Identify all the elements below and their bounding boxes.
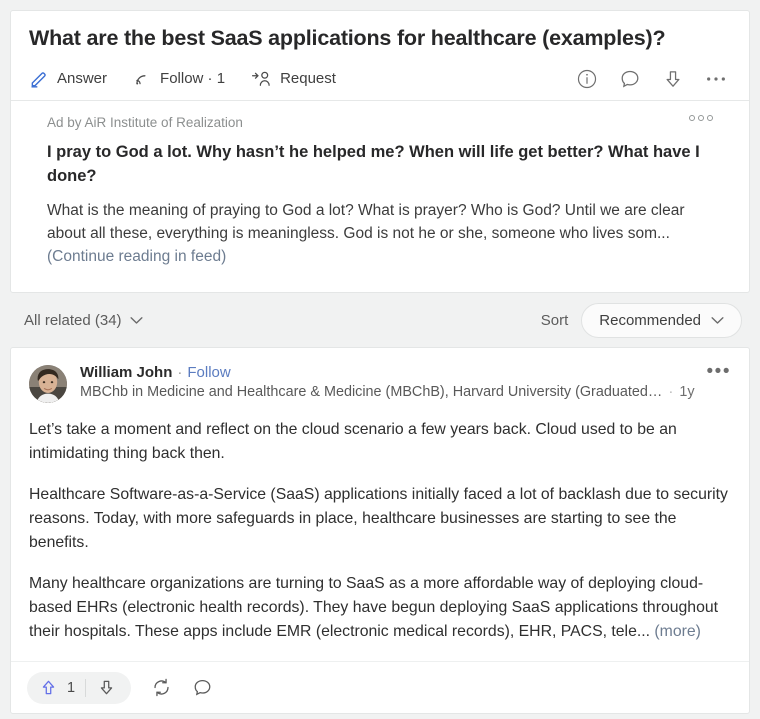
sort-label: Sort — [540, 311, 569, 329]
more-horizontal-icon[interactable] — [705, 74, 727, 84]
downvote-button[interactable] — [86, 678, 127, 697]
request-button[interactable]: Request — [251, 69, 336, 88]
vote-pill: 1 — [27, 671, 132, 704]
author-meta: William John · Follow MBChb in Medicine … — [80, 364, 695, 400]
rss-follow-icon — [133, 69, 152, 88]
answer-footer: 1 — [11, 661, 749, 713]
timestamp-separator: · — [668, 384, 674, 401]
all-related-dropdown[interactable]: All related (34) — [24, 312, 143, 329]
ad-body-text: What is the meaning of praying to God a … — [47, 201, 685, 242]
author-credential: MBChb in Medicine and Healthcare & Medic… — [80, 384, 663, 401]
ad-body: What is the meaning of praying to God a … — [47, 199, 713, 269]
user-avatar-photo — [29, 365, 67, 404]
downvote-arrow-icon[interactable] — [662, 68, 684, 90]
quora-question-page: What are the best SaaS applications for … — [0, 0, 760, 719]
name-separator: · — [177, 364, 183, 382]
answer-paragraph: Let’s take a moment and reflect on the c… — [29, 421, 677, 463]
upvote-count: 1 — [67, 679, 76, 696]
more-horizontal-icon[interactable]: ••• — [707, 362, 731, 381]
answer-label: Answer — [57, 70, 108, 88]
sort-dropdown[interactable]: Recommended — [581, 302, 742, 338]
promoted-ad-block: Ad by AiR Institute of Realization I pra… — [29, 101, 731, 285]
answer-paragraph-last: Many healthcare organizations are turnin… — [29, 572, 731, 644]
author-name-line: William John · Follow — [80, 364, 695, 381]
author-name[interactable]: William John — [80, 364, 172, 381]
share-repost-icon[interactable] — [151, 677, 172, 698]
answer-more-link[interactable]: (more) — [654, 623, 701, 640]
sort-value: Recommended — [599, 311, 701, 329]
answer-timestamp: 1y — [679, 384, 695, 401]
ad-header: Ad by AiR Institute of Realization — [47, 114, 713, 130]
ad-title[interactable]: I pray to God a lot. Why hasn’t he helpe… — [47, 141, 713, 189]
page-title: What are the best SaaS applications for … — [29, 26, 666, 50]
ad-continue-reading-link[interactable]: (Continue reading in feed) — [47, 248, 226, 265]
follow-button[interactable]: Follow · 1 — [133, 69, 225, 88]
follow-label: Follow · 1 — [160, 70, 226, 88]
answer-author-row: William John · Follow MBChb in Medicine … — [29, 362, 731, 404]
ad-options-icon[interactable] — [689, 114, 713, 121]
answer-button[interactable]: Answer — [29, 69, 107, 89]
chevron-down-icon — [711, 316, 724, 325]
answer-paragraph-text: Many healthcare organizations are turnin… — [29, 575, 719, 641]
related-sort-bar: All related (34) Sort Recommended — [10, 293, 750, 347]
person-add-icon — [251, 69, 272, 88]
info-circle-icon[interactable] — [576, 68, 598, 90]
comment-bubble-icon[interactable] — [192, 677, 213, 698]
upvote-arrow-icon — [39, 678, 58, 697]
all-related-label: All related (34) — [24, 311, 122, 329]
sort-controls: Sort Recommended — [540, 302, 742, 338]
answer-card: William John · Follow MBChb in Medicine … — [10, 347, 750, 715]
upvote-button[interactable]: 1 — [31, 678, 85, 697]
author-follow-link[interactable]: Follow — [187, 364, 230, 381]
question-card: What are the best SaaS applications for … — [10, 10, 750, 294]
downvote-arrow-icon — [97, 678, 116, 697]
answer-body: Let’s take a moment and reflect on the c… — [29, 418, 731, 644]
comment-bubble-icon[interactable] — [619, 68, 641, 90]
author-credential-line: MBChb in Medicine and Healthcare & Medic… — [80, 384, 695, 400]
chevron-down-icon — [129, 316, 143, 325]
avatar[interactable] — [29, 365, 67, 404]
answer-paragraph: Healthcare Software-as-a-Service (SaaS) … — [29, 486, 728, 552]
pencil-edit-icon — [29, 69, 49, 89]
question-action-row: Answer Follow · 1 Request — [29, 58, 731, 100]
request-label: Request — [280, 70, 336, 88]
ad-attribution: Ad by AiR Institute of Realization — [47, 114, 243, 130]
question-primary-actions: Answer Follow · 1 Request — [29, 69, 336, 89]
question-secondary-actions — [576, 68, 731, 90]
